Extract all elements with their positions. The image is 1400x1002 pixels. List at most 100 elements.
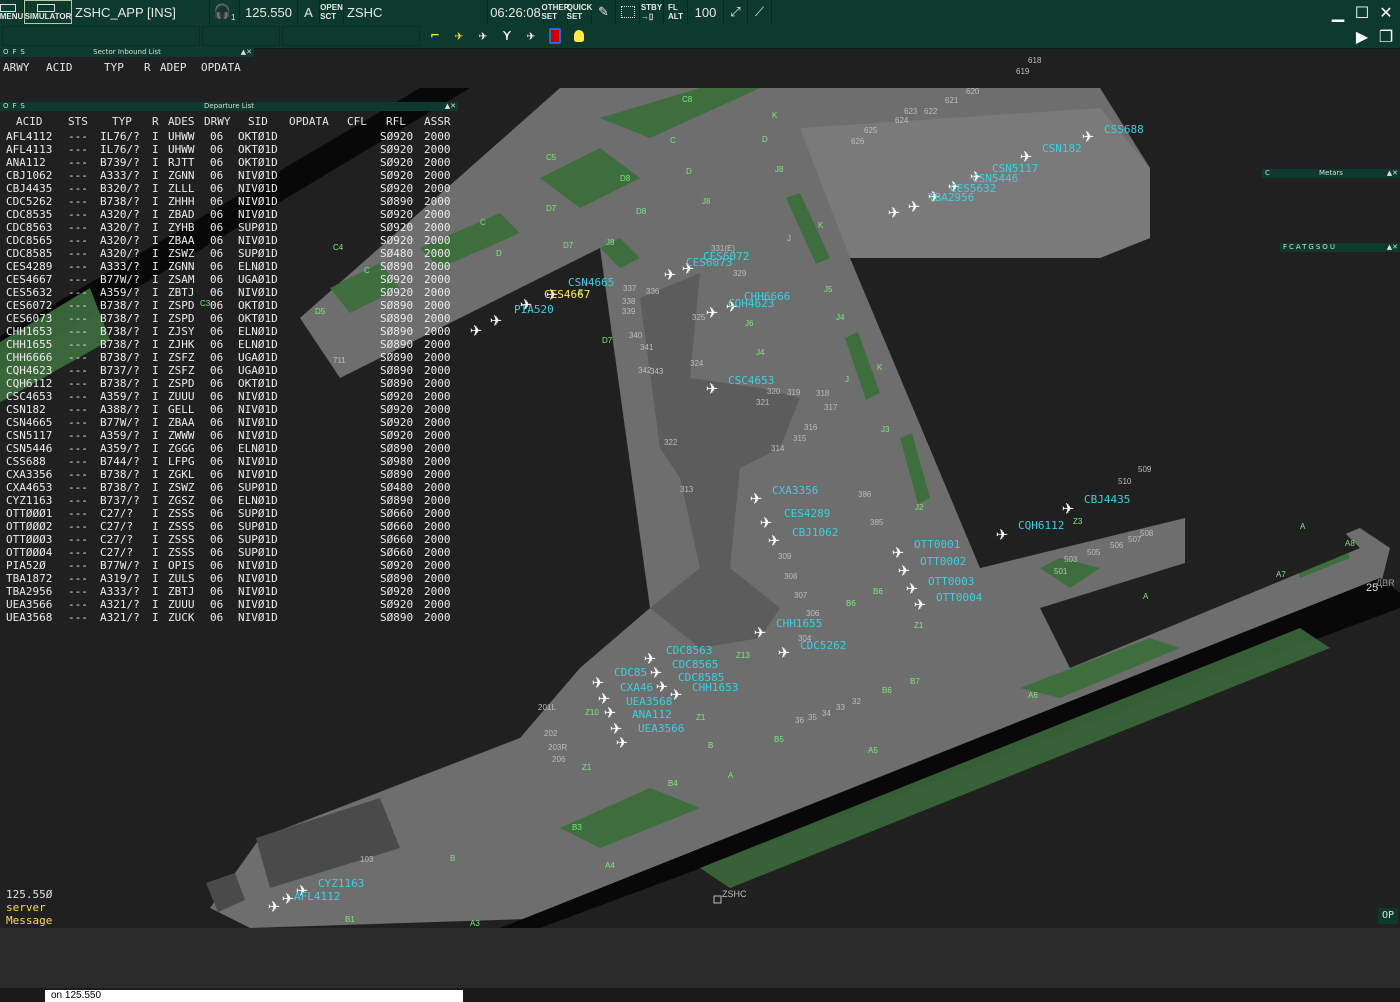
cell-ades[interactable]: ZSSS <box>168 546 195 559</box>
inbound-list-controls[interactable]: ▲✕ <box>241 48 252 57</box>
cell-drwy[interactable]: 06 <box>210 130 223 143</box>
cell-acid[interactable]: TBA1872 <box>6 572 52 585</box>
cell-ades[interactable]: RJTT <box>168 156 195 169</box>
cell-assr[interactable]: 2000 <box>424 143 451 156</box>
cell-sid[interactable]: SUPØ1D <box>238 247 278 260</box>
table-row[interactable]: TBA1872 --- A319/? I ZULS 06 NIVØ1D SØ890 2000 <box>0 572 458 585</box>
cell-acid[interactable]: CES6073 <box>6 312 52 325</box>
cell-drwy[interactable]: 06 <box>210 585 223 598</box>
aircraft-label[interactable]: CDC8563 <box>666 644 712 657</box>
cell-rfl[interactable]: SØ480 <box>380 247 413 260</box>
cell-acid[interactable]: CDC8565 <box>6 234 52 247</box>
cell-assr[interactable]: 2000 <box>424 234 451 247</box>
cell-rfl[interactable]: SØ890 <box>380 442 413 455</box>
cell-ades[interactable]: GELL <box>168 403 195 416</box>
cell-drwy[interactable]: 06 <box>210 572 223 585</box>
cell-typ[interactable]: A321/? <box>100 611 140 624</box>
cell-typ[interactable]: IL76/? <box>100 130 140 143</box>
aircraft-icon[interactable]: ✈ <box>616 729 628 753</box>
cell-r[interactable]: I <box>152 598 159 611</box>
cell-ades[interactable]: ZBAD <box>168 208 195 221</box>
cell-typ[interactable]: B77W/? <box>100 273 140 286</box>
cell-sid[interactable]: NIVØ1D <box>238 455 278 468</box>
aircraft-label[interactable]: OTT0002 <box>920 555 966 568</box>
cell-assr[interactable]: 2000 <box>424 260 451 273</box>
cell-acid[interactable]: CBJ1062 <box>6 169 52 182</box>
cell-acid[interactable]: CQH6112 <box>6 377 52 390</box>
cell-rfl[interactable]: SØ920 <box>380 273 413 286</box>
cell-rfl[interactable]: SØ890 <box>380 494 413 507</box>
play-button[interactable]: ▶ <box>1352 26 1372 46</box>
departure-list-titlebar[interactable]: OFS Departure List ▲✕ <box>0 102 458 111</box>
cell-rfl[interactable]: SØ890 <box>380 611 413 624</box>
aircraft-label[interactable]: CBJ4435 <box>1084 493 1130 506</box>
table-row[interactable]: CHH1655 --- B738/? I ZJHK 06 ELNØ1D SØ890 2000 <box>0 338 458 351</box>
cell-drwy[interactable]: 06 <box>210 442 223 455</box>
cell-acid[interactable]: CES6072 <box>6 299 52 312</box>
dep-col-acid[interactable]: ACID <box>16 115 43 128</box>
table-row[interactable]: CES6073 --- B738/? I ZSPD 06 OKTØ1D SØ890 2000 <box>0 312 458 325</box>
cell-assr[interactable]: 2000 <box>424 403 451 416</box>
cell-acid[interactable]: PIA52Ø <box>6 559 46 572</box>
cell-ades[interactable]: ZSAM <box>168 273 195 286</box>
cell-acid[interactable]: CHH1655 <box>6 338 52 351</box>
table-row[interactable]: CBJ1062 --- A333/? I ZGNN 06 NIVØ1D SØ920 2000 <box>0 169 458 182</box>
cell-rfl[interactable]: SØ890 <box>380 377 413 390</box>
cell-acid[interactable]: CBJ4435 <box>6 182 52 195</box>
cell-drwy[interactable]: 06 <box>210 494 223 507</box>
aircraft-label[interactable]: CQH4623 <box>728 297 774 310</box>
cell-r[interactable]: I <box>152 169 159 182</box>
cell-ades[interactable]: ZJHK <box>168 338 195 351</box>
aircraft-extra-west1[interactable]: ✈ <box>490 307 502 331</box>
cell-r[interactable]: I <box>152 260 159 273</box>
cell-acid[interactable]: CXA3356 <box>6 468 52 481</box>
cell-typ[interactable]: B739/? <box>100 156 140 169</box>
cell-assr[interactable]: 2000 <box>424 169 451 182</box>
cell-rfl[interactable]: SØ890 <box>380 468 413 481</box>
cell-drwy[interactable]: 06 <box>210 234 223 247</box>
cell-assr[interactable]: 2000 <box>424 429 451 442</box>
cell-sid[interactable]: ELNØ1D <box>238 338 278 351</box>
cell-sid[interactable]: SUPØ1D <box>238 221 278 234</box>
dep-col-r[interactable]: R <box>152 115 159 128</box>
aircraft-icon[interactable]: ✈ <box>664 261 676 285</box>
cell-sts[interactable]: --- <box>68 221 88 234</box>
table-row[interactable]: CHH6666 --- B738/? I ZSFZ 06 UGAØ1D SØ890 2000 <box>0 351 458 364</box>
aircraft-label[interactable]: CES6073 <box>686 256 732 269</box>
cell-sts[interactable]: --- <box>68 442 88 455</box>
lights-button[interactable] <box>568 26 590 46</box>
cell-assr[interactable]: 2000 <box>424 598 451 611</box>
filter-letters[interactable]: FCATGSOU <box>1283 243 1337 252</box>
cell-acid[interactable]: CDC8535 <box>6 208 52 221</box>
cell-sts[interactable]: --- <box>68 403 88 416</box>
aircraft-label[interactable]: AFL4112 <box>294 890 340 903</box>
table-row[interactable]: AFL4113 --- IL76/? I UHWW 06 OKTØ1D SØ920 2000 <box>0 143 458 156</box>
cell-ades[interactable]: ZSWZ <box>168 247 195 260</box>
cell-ades[interactable]: UHWW <box>168 130 195 143</box>
aircraft-icon[interactable]: ✈ <box>656 673 668 697</box>
cell-sts[interactable]: --- <box>68 377 88 390</box>
cell-typ[interactable]: C27/? <box>100 520 133 533</box>
aircraft-label[interactable]: OTT0003 <box>928 575 974 588</box>
sector-tag-marker[interactable] <box>713 895 722 904</box>
cell-r[interactable]: I <box>152 221 159 234</box>
cell-r[interactable]: I <box>152 546 159 559</box>
aircraft-icon[interactable]: ✈ <box>768 527 780 551</box>
cell-rfl[interactable]: SØ920 <box>380 221 413 234</box>
maximize-button[interactable]: ☐ <box>1352 2 1372 22</box>
cell-assr[interactable]: 2000 <box>424 559 451 572</box>
cell-rfl[interactable]: SØ920 <box>380 598 413 611</box>
cell-acid[interactable]: CDC5262 <box>6 195 52 208</box>
cell-r[interactable]: I <box>152 585 159 598</box>
cell-sts[interactable]: --- <box>68 585 88 598</box>
cell-typ[interactable]: A359/? <box>100 429 140 442</box>
cell-assr[interactable]: 2000 <box>424 247 451 260</box>
aircraft-label[interactable]: PIA520 <box>514 303 554 316</box>
cell-ades[interactable]: ZSFZ <box>168 351 195 364</box>
cell-rfl[interactable]: SØ980 <box>380 455 413 468</box>
eraser-button[interactable]: ✎ <box>592 0 616 24</box>
cell-drwy[interactable]: 06 <box>210 403 223 416</box>
cell-acid[interactable]: OTTØØØ2 <box>6 520 52 533</box>
aircraft-label[interactable]: CQH6112 <box>1018 519 1064 532</box>
cell-r[interactable]: I <box>152 143 159 156</box>
